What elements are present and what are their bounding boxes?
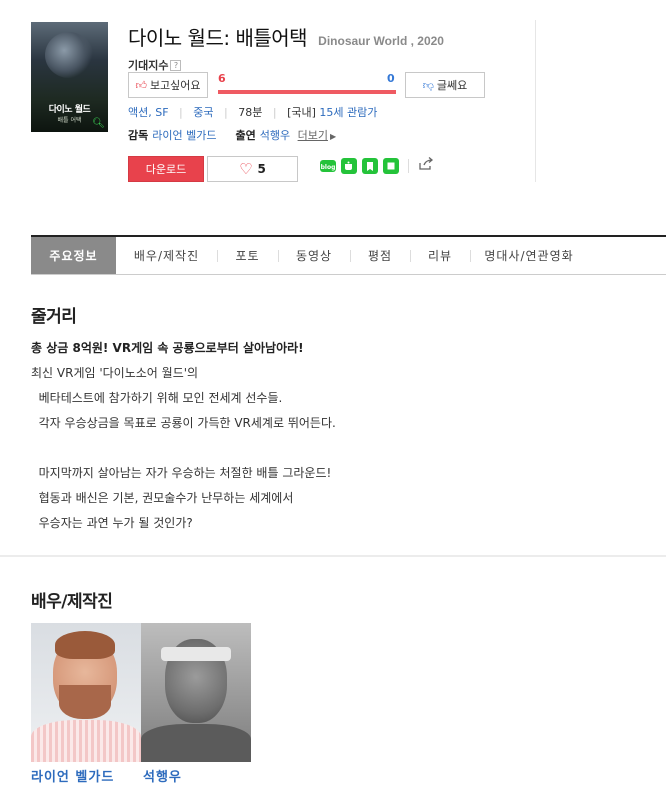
movie-title-english: Dinosaur World , 2020 [318,34,444,48]
cast-photo[interactable] [31,623,141,762]
share-separator [408,159,409,173]
country-link[interactable]: 중국 [193,106,213,119]
chevron-right-icon: ▶ [329,132,337,141]
like-button[interactable]: ♡ 5 [207,156,298,182]
zoom-icon[interactable]: 🔍︎ [92,118,105,129]
tab-cast-crew[interactable]: 배우/제작진 [116,237,217,274]
cast-photo[interactable] [141,623,251,762]
cast-label: 출연 [235,129,256,142]
cast-member[interactable]: 라이언 벨가드 [31,623,141,785]
title-row: 다이노 월드: 배틀어택 Dinosaur World , 2020 [128,22,444,51]
tab-photo[interactable]: 포토 [217,237,278,274]
header-divider [535,20,536,182]
director-label: 감독 [128,129,149,142]
tab-rating[interactable]: 평점 [350,237,410,274]
synopsis-line: 최신 VR게임 '다이노소어 월드'의 [31,366,199,380]
synopsis-title: 줄거리 [31,307,77,327]
heart-icon: ♡ [239,159,253,178]
synopsis-line [31,436,631,461]
section-divider [0,555,666,557]
poster-dinosaur-art [45,32,93,78]
note-icon[interactable] [383,158,399,174]
bookmark-icon[interactable] [362,158,378,174]
not-sure-label: 글쎄요 [436,79,468,92]
expectation-label-text: 기대지수 [128,59,169,72]
movie-header: 다이노 월드 배틀 어택 🔍︎ 다이노 월드: 배틀어택 Dinosaur Wo… [0,0,666,200]
tab-main-info[interactable]: 주요정보 [31,237,116,274]
download-button[interactable]: 다운로드 [128,156,204,182]
more-link[interactable]: 더보기 [298,129,328,142]
expectation-bar [218,90,396,94]
tab-bar: 주요정보 배우/제작진 포토 동영상 평점 리뷰 명대사/연관영화 [31,235,666,275]
want-to-watch-label: 보고싶어요 [149,79,201,92]
synopsis-line: 우승자는 과연 누가 될 것인가? [31,516,193,530]
runtime: 78분 [238,106,263,119]
expectation-bar-fill [218,90,396,94]
rating-prefix: [국내] [287,106,316,119]
thumbs-down-icon: 👎︎ [422,78,434,92]
cast-member[interactable]: 석행우 [141,623,251,785]
credits-row: 감독 라이언 벨가드 출연 석행우 더보기 ▶ [128,127,336,143]
want-to-watch-button[interactable]: 👍︎ 보고싶어요 [128,72,208,98]
cafe-icon[interactable] [341,158,357,174]
synopsis-line: 마지막까지 살아남는 자가 우승하는 처절한 배틀 그라운드! [31,466,332,480]
poster-title: 다이노 월드 [48,105,91,115]
movie-poster[interactable]: 다이노 월드 배틀 어택 🔍︎ [31,22,108,132]
age-rating-link[interactable]: 15세 관람가 [319,106,377,119]
director-link[interactable]: 라이언 벨가드 [152,129,216,142]
thumbs-up-icon: 👍︎ [135,78,147,92]
not-sure-button[interactable]: 👎︎ 글쎄요 [405,72,485,98]
synopsis-body: 총 상금 8억원! VR게임 속 공룡으로부터 살아남아라! 최신 VR게임 '… [31,336,631,536]
svg-text:blog: blog [321,164,336,171]
share-icon[interactable] [418,157,434,175]
like-count: 5 [257,162,266,176]
cast-name[interactable]: 라이언 벨가드 [31,766,141,785]
synopsis-line: 베타테스트에 참가하기 위해 모인 전세계 선수들. [31,391,283,405]
cast-link[interactable]: 석행우 [260,129,290,142]
tab-video[interactable]: 동영상 [278,237,350,274]
synopsis-line: 협동과 배신은 기본, 권모술수가 난무하는 세계에서 [31,491,294,505]
tab-quotes-related[interactable]: 명대사/연관영화 [470,237,588,274]
cast-list: 라이언 벨가드 석행우 [31,623,251,785]
synopsis-line: 각자 우승상금을 목표로 공룡이 가득한 VR세계로 뛰어든다. [31,416,336,430]
movie-title: 다이노 월드: 배틀어택 [128,26,308,50]
tab-review[interactable]: 리뷰 [410,237,470,274]
movie-meta: 액션, SF | 중국 | 78분 | [국내] 15세 관람가 [128,104,377,120]
expectation-label: 기대지수? [128,57,182,73]
cast-name[interactable]: 석행우 [143,766,251,785]
meta-separator: | [179,106,183,119]
genre-link[interactable]: 액션, SF [128,106,169,119]
meta-separator: | [224,106,228,119]
blog-icon[interactable]: blog [320,158,336,174]
meta-separator: | [272,106,277,119]
share-icons: blog [320,157,434,175]
want-count: 6 [218,72,226,85]
help-icon[interactable]: ? [170,60,182,71]
dislike-count: 0 [387,72,395,85]
synopsis-headline: 총 상금 8억원! VR게임 속 공룡으로부터 살아남아라! [31,341,304,355]
cast-section-title: 배우/제작진 [31,592,113,612]
